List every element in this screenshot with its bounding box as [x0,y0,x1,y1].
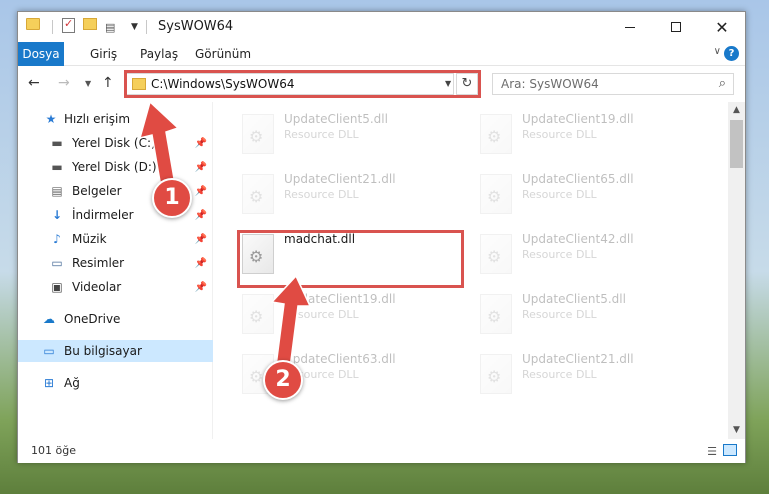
step-1-badge: 1 [152,178,192,218]
annotation-arrows [138,100,312,369]
arrow-2 [270,274,312,369]
step-2-badge: 2 [263,360,303,400]
